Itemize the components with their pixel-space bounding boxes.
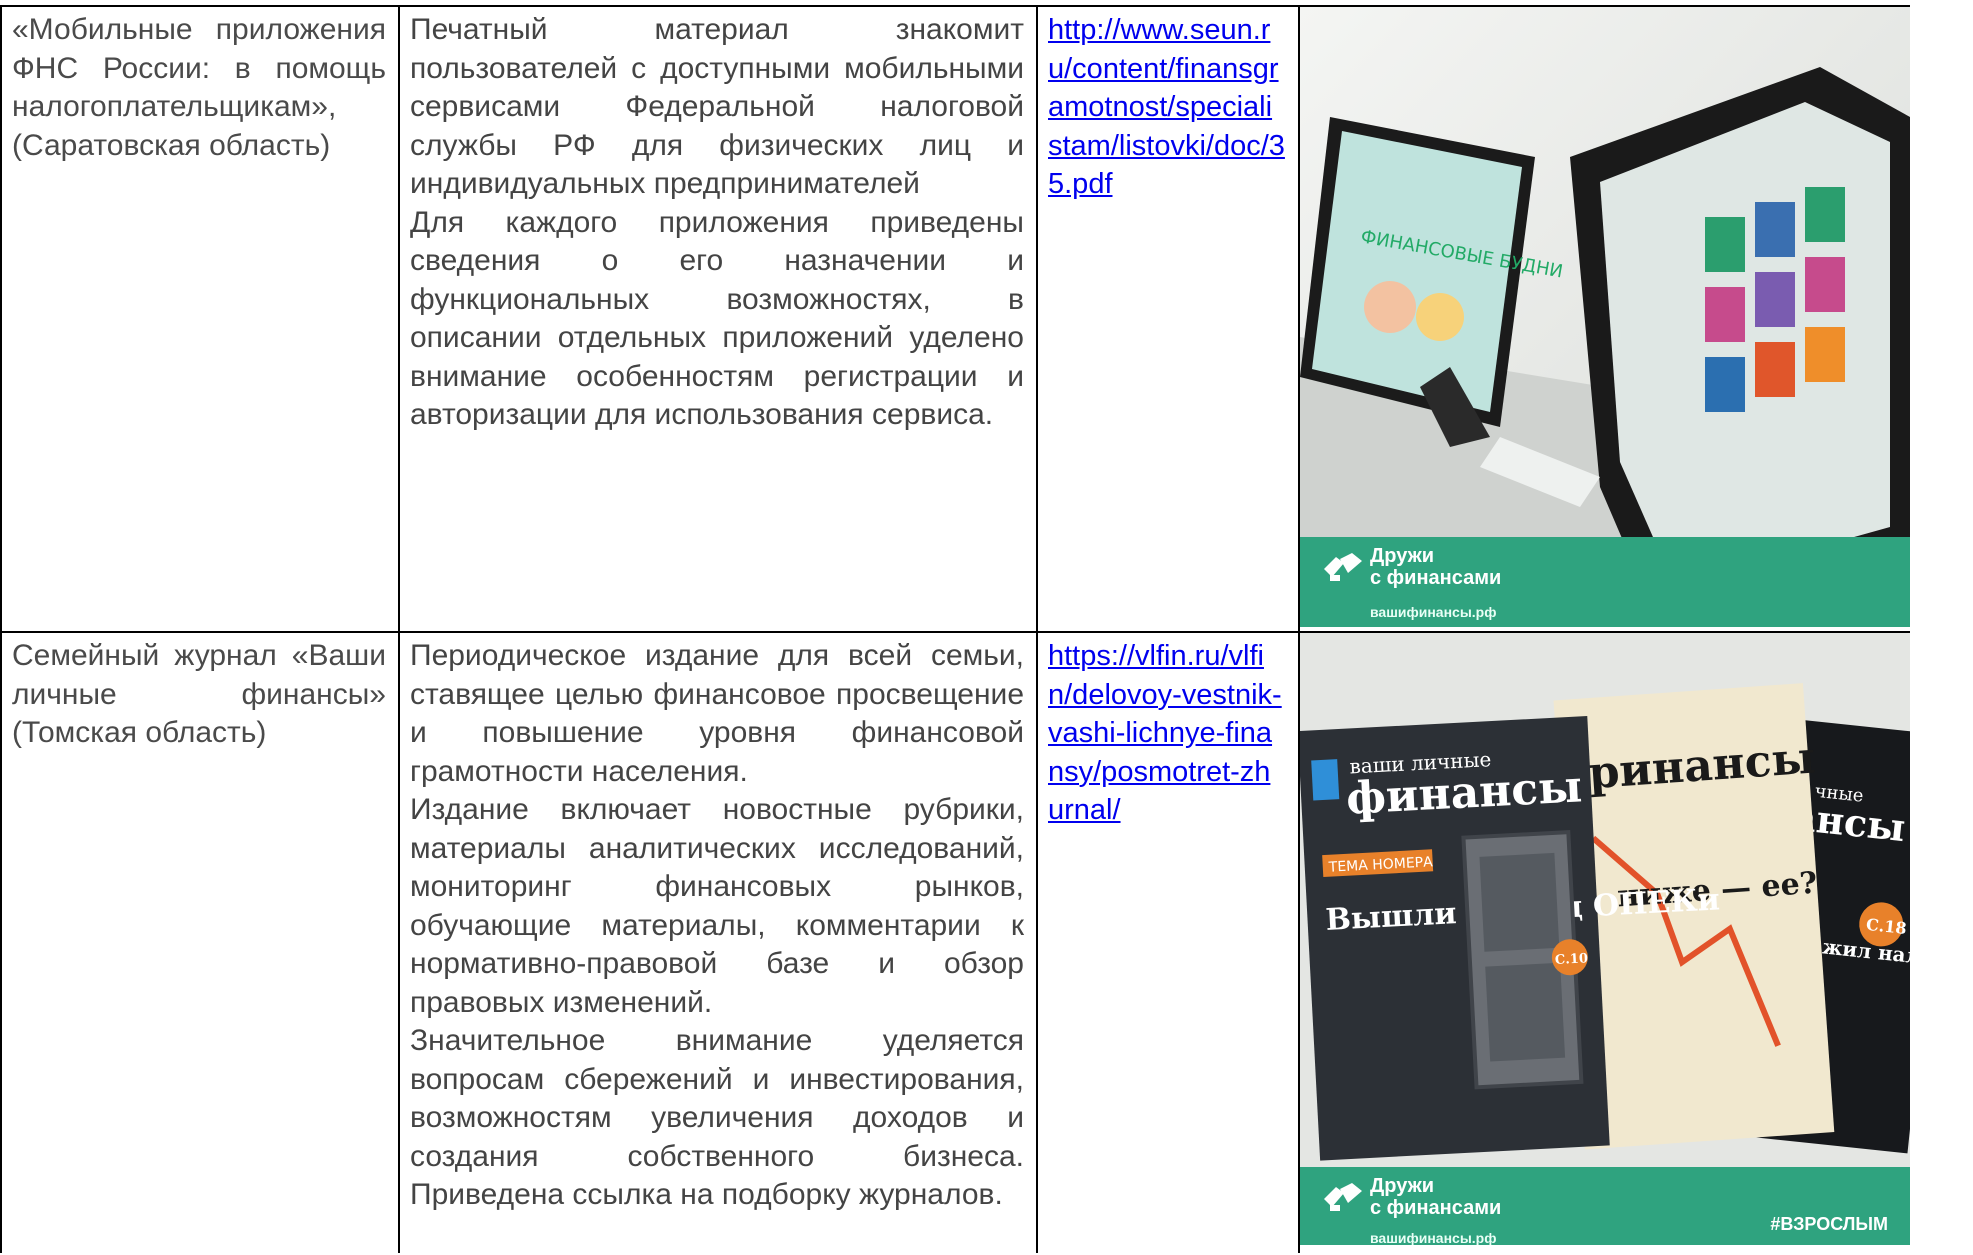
material-title: Семейный журнал «Ваши личные финансы» (Т… [12, 639, 386, 749]
magazines-image: чные ансы ет я жил налке, но видовали ин… [1300, 633, 1910, 1245]
brand-banner: Дружи с финансами вашифинансы.рф #ВЗРОСЛ… [1300, 1167, 1910, 1245]
material-image-cell: чные ансы ет я жил налке, но видовали ин… [1298, 631, 1910, 1253]
material-link-cell: http://www.seun.ru/content/finansgramotn… [1036, 5, 1300, 633]
table-row: «Мобильные приложения ФНС России: в помо… [0, 5, 1910, 633]
brand-name: Дружи с финансами [1370, 545, 1501, 589]
material-link[interactable]: https://vlfin.ru/vlfin/delovoy-vestnik-v… [1048, 640, 1282, 826]
material-title-cell: Семейный журнал «Ваши личные финансы» (Т… [0, 631, 400, 1253]
brand-name: Дружи с финансами [1370, 1175, 1501, 1219]
material-image-cell: ФИНАНСОВЫЕ БУДНИ Дружи с финансами вашиф… [1298, 5, 1910, 633]
handshake-logo-icon [1324, 1183, 1362, 1211]
magazine-page: С.10 [1555, 951, 1589, 968]
material-title-cell: «Мобильные приложения ФНС России: в помо… [0, 5, 400, 633]
tablets-illustration: ФИНАНСОВЫЕ БУДНИ [1300, 7, 1910, 627]
description-paragraph: Печатный материал знакомит пользователей… [410, 13, 1024, 200]
description-paragraph: Периодическое издание для всей семьи, ст… [410, 639, 1024, 788]
description-paragraph: Для каждого приложения приведены сведени… [410, 205, 1024, 432]
document-table: «Мобильные приложения ФНС России: в помо… [0, 5, 1910, 1253]
brand-line: с финансами [1370, 1197, 1502, 1219]
brand-line: Дружи [1370, 1175, 1435, 1197]
hashtag-label: #ВЗРОСЛЫМ [1770, 1214, 1888, 1234]
brand-site: вашифинансы.рф [1370, 604, 1497, 620]
brand-banner: Дружи с финансами вашифинансы.рф [1300, 537, 1910, 627]
handshake-logo-icon [1324, 553, 1362, 581]
description-paragraph: Значительное внимание уделяется вопросам… [410, 1024, 1024, 1211]
material-link[interactable]: http://www.seun.ru/content/finansgramotn… [1048, 14, 1285, 200]
description-paragraph: Издание включает новостные рубрики, мате… [410, 793, 1024, 1019]
table-row: Семейный журнал «Ваши личные финансы» (Т… [0, 631, 1910, 1253]
tablets-image: ФИНАНСОВЫЕ БУДНИ Дружи с финансами вашиф… [1300, 7, 1910, 627]
material-title: «Мобильные приложения ФНС России: в помо… [12, 13, 386, 162]
material-link-cell: https://vlfin.ru/vlfin/delovoy-vestnik-v… [1036, 631, 1300, 1253]
brand-line: с финансами [1370, 567, 1502, 589]
material-description-cell: Периодическое издание для всей семьи, ст… [398, 631, 1038, 1253]
material-description-cell: Печатный материал знакомит пользователей… [398, 5, 1038, 633]
brand-site: вашифинансы.рф [1370, 1230, 1497, 1245]
magazines-illustration: чные ансы ет я жил налке, но видовали ин… [1300, 633, 1910, 1245]
brand-line: Дружи [1370, 545, 1435, 567]
